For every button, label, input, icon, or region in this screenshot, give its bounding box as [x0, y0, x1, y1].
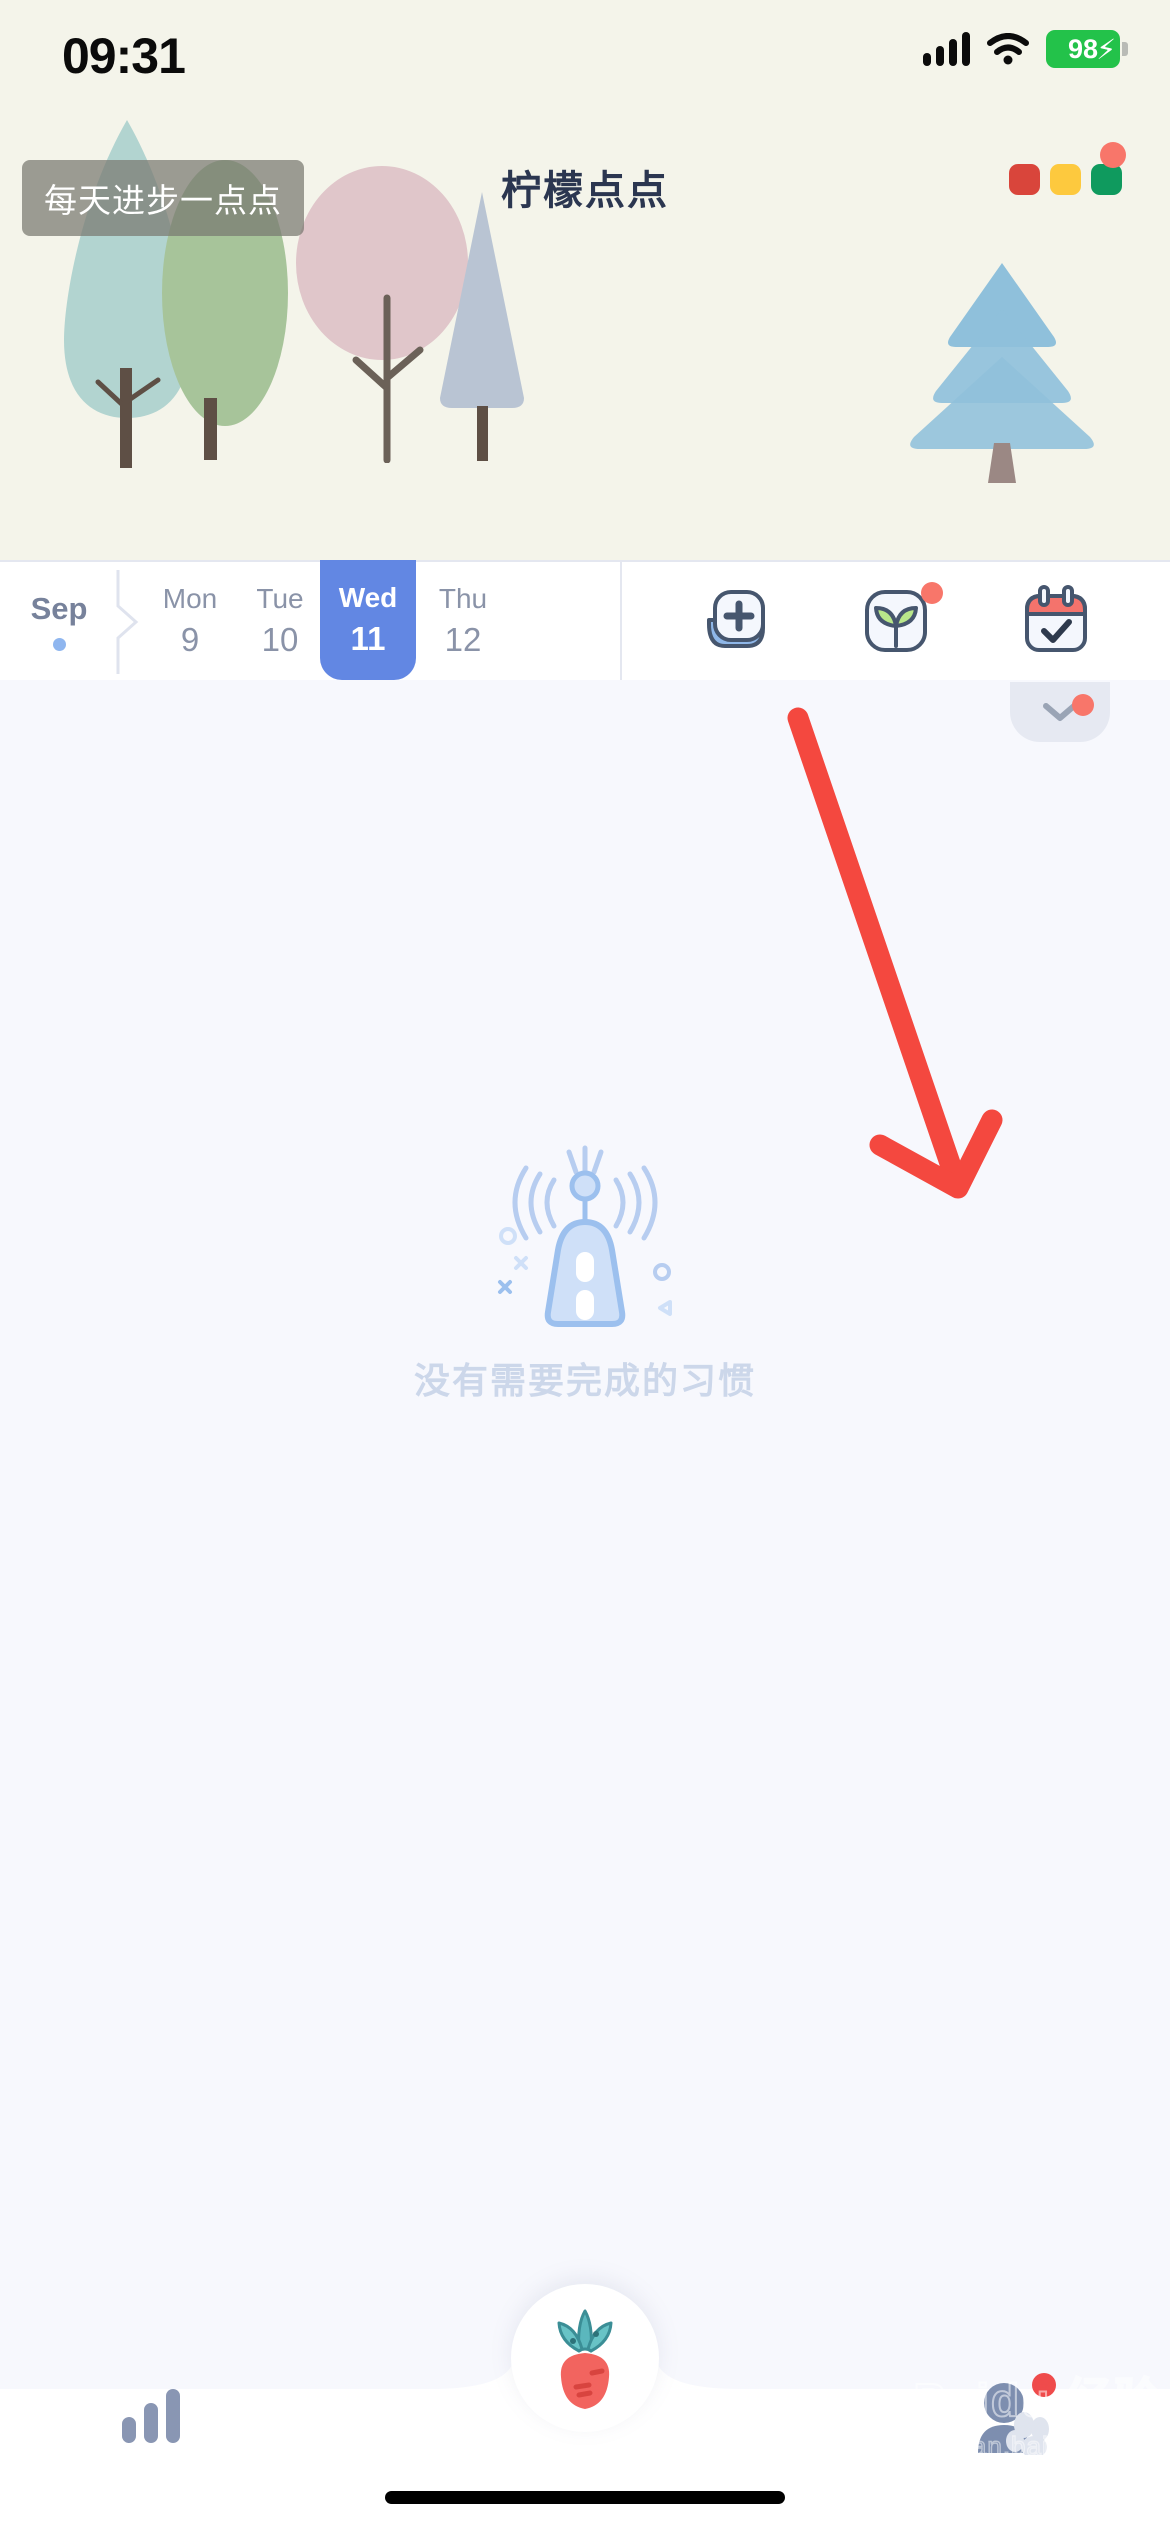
yellow-dot[interactable] — [1050, 164, 1081, 195]
green-oval-trunk — [204, 398, 217, 460]
day-number: 9 — [180, 621, 200, 658]
bottom-tab-bar[interactable] — [0, 2284, 1170, 2532]
carrot-fab[interactable] — [511, 2284, 659, 2432]
profile-tab[interactable] — [974, 2373, 1056, 2460]
day-list[interactable]: Mon 9 Tue 10 Wed 11 Thu 12 — [140, 560, 620, 680]
green-dot[interactable] — [1091, 164, 1122, 195]
bar-chart-icon — [122, 2389, 180, 2443]
battery-icon: 98 ⚡ — [1046, 30, 1128, 68]
main-content: 没有需要完成的习惯 — [0, 680, 1170, 2432]
quick-actions[interactable] — [622, 562, 1170, 680]
day-number: 12 — [444, 621, 482, 658]
notification-badge — [1100, 142, 1126, 168]
status-time: 09:31 — [62, 28, 186, 84]
day-cell-selected[interactable]: Wed 11 — [320, 560, 416, 680]
plant-button[interactable] — [859, 582, 943, 658]
day-cell[interactable]: Thu 12 — [416, 562, 510, 680]
red-arrow-annotation — [787, 707, 1003, 1199]
window-dots[interactable] — [1009, 142, 1126, 195]
stats-tab[interactable] — [120, 2385, 184, 2450]
strip-chevron-divider — [116, 562, 140, 680]
add-habit-button[interactable] — [699, 584, 773, 658]
home-indicator — [385, 2491, 785, 2504]
wifi-icon — [987, 33, 1029, 65]
month-selector[interactable]: Sep — [0, 562, 118, 680]
plant-badge — [921, 582, 943, 604]
battery-level: 98 — [1067, 33, 1099, 64]
profile-badge — [1032, 2373, 1056, 2397]
blue-pine-trunk — [988, 443, 1016, 483]
add-habit-icon — [707, 590, 765, 648]
day-cell[interactable]: Tue 10 — [240, 562, 320, 680]
day-cell[interactable]: Mon 9 — [140, 562, 240, 680]
day-of-week: Tue — [256, 583, 304, 614]
blue-pine-tree — [910, 263, 1094, 449]
status-indicators: 98 ⚡ — [923, 30, 1128, 68]
empty-state-text: 没有需要完成的习惯 — [413, 1360, 756, 1401]
collapse-badge — [1072, 694, 1094, 716]
gray-cone-tree — [440, 192, 524, 408]
day-of-week: Mon — [162, 583, 218, 614]
cellular-signal-icon — [923, 32, 970, 66]
calendar-check-icon — [1025, 585, 1087, 652]
day-of-week: Wed — [338, 582, 398, 613]
status-bar: 09:31 98 ⚡ — [0, 0, 1170, 118]
day-number: 11 — [350, 620, 386, 657]
month-label: Sep — [30, 591, 88, 626]
red-dot[interactable] — [1009, 164, 1040, 195]
collapse-toggle[interactable] — [1010, 682, 1110, 742]
pink-tree-trunk — [352, 294, 424, 463]
day-of-week: Thu — [438, 583, 488, 614]
teal-poplar-branches — [95, 368, 161, 438]
charging-bolt-icon: ⚡ — [1096, 34, 1116, 65]
day-number: 10 — [261, 621, 299, 658]
calendar-button[interactable] — [1019, 584, 1093, 658]
month-indicator-dot — [52, 638, 66, 651]
gray-cone-trunk — [477, 406, 488, 461]
daily-motto-tooltip: 每天进步一点点 — [22, 160, 304, 236]
date-strip[interactable]: Sep Mon 9 Tue 10 Wed 11 Thu 12 — [0, 560, 1170, 680]
carrot-icon — [557, 2309, 613, 2409]
signal-tower-icon — [498, 1145, 672, 1327]
